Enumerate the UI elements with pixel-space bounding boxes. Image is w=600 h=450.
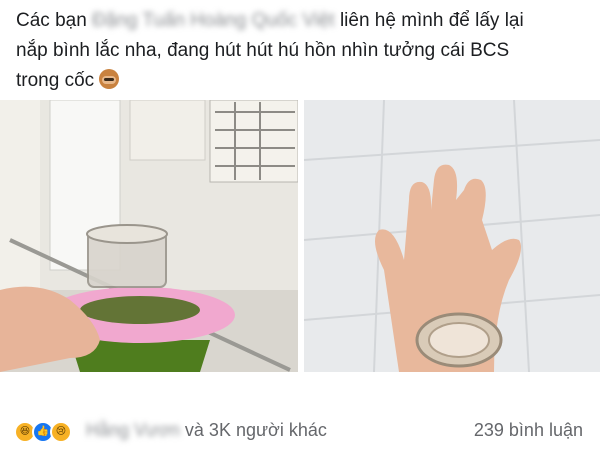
post-line2: nắp bình lắc nha, đang hút hút hú hồn nh…: [16, 40, 510, 61]
photo-cup-with-lid[interactable]: [0, 100, 298, 372]
blurred-author-name: Đặng Tuấn Hoàng Quốc Việt: [92, 10, 335, 31]
comment-count[interactable]: 239 bình luận: [474, 420, 583, 441]
see-no-evil-monkey-icon: [99, 69, 120, 89]
photo-cup-illustration: [0, 100, 298, 372]
photo-hand-illustration: [304, 100, 600, 372]
photo-grid: [0, 100, 600, 372]
post-line3: trong cốc: [16, 70, 95, 91]
sad-icon: 😢: [50, 421, 72, 443]
post-footer: 😆 👍 😢 Hằng Vươn và 3K người khác 239 bìn…: [0, 408, 600, 450]
post-text: Các bạn Đặng Tuấn Hoàng Quốc Việt liên h…: [16, 6, 588, 96]
photo-lid-in-hand[interactable]: [304, 100, 600, 372]
post-line1-start: Các bạn: [16, 10, 87, 31]
reaction-others-count: và 3K người khác: [184, 420, 327, 440]
blurred-reactor-name: Hằng Vươn: [86, 420, 180, 440]
post-line1-end: liên hệ mình để lấy lại: [339, 10, 524, 31]
reaction-names[interactable]: Hằng Vươn và 3K người khác: [86, 420, 327, 441]
